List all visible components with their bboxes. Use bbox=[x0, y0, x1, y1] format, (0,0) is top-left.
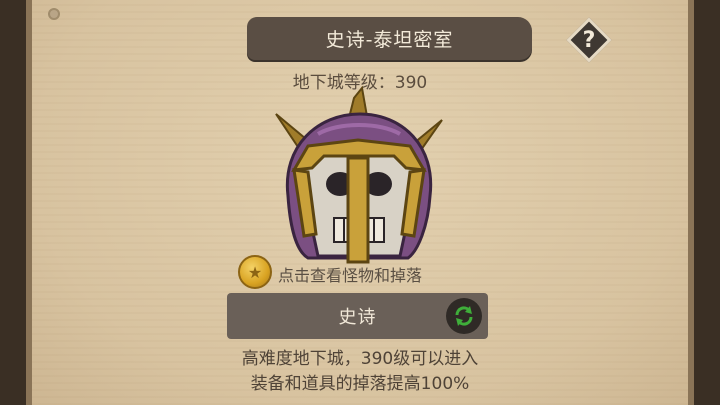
dungeon-description: 高难度地下城，390级可以进入 装备和道具的掉落提高100% bbox=[160, 347, 560, 397]
view-monsters-link[interactable]: 点击查看怪物和掉落 bbox=[278, 262, 422, 286]
dungeon-title: 史诗-泰坦密室 bbox=[325, 29, 454, 51]
skull-helmet-icon bbox=[275, 86, 443, 264]
coin-icon[interactable]: ★ bbox=[238, 255, 272, 289]
switch-difficulty-button[interactable] bbox=[446, 298, 482, 334]
difficulty-mode-label: 史诗 bbox=[338, 307, 377, 328]
refresh-arrows-icon bbox=[455, 306, 473, 326]
help-button[interactable]: ? bbox=[566, 17, 612, 63]
title-banner: 史诗-泰坦密室 bbox=[247, 17, 532, 60]
help-label: ? bbox=[582, 27, 596, 53]
rivet-decoration bbox=[48, 8, 60, 20]
description-line-1: 高难度地下城，390级可以进入 bbox=[241, 349, 479, 369]
difficulty-mode-bar[interactable]: 史诗 bbox=[227, 293, 488, 339]
description-line-2: 装备和道具的掉落提高100% bbox=[250, 374, 470, 394]
